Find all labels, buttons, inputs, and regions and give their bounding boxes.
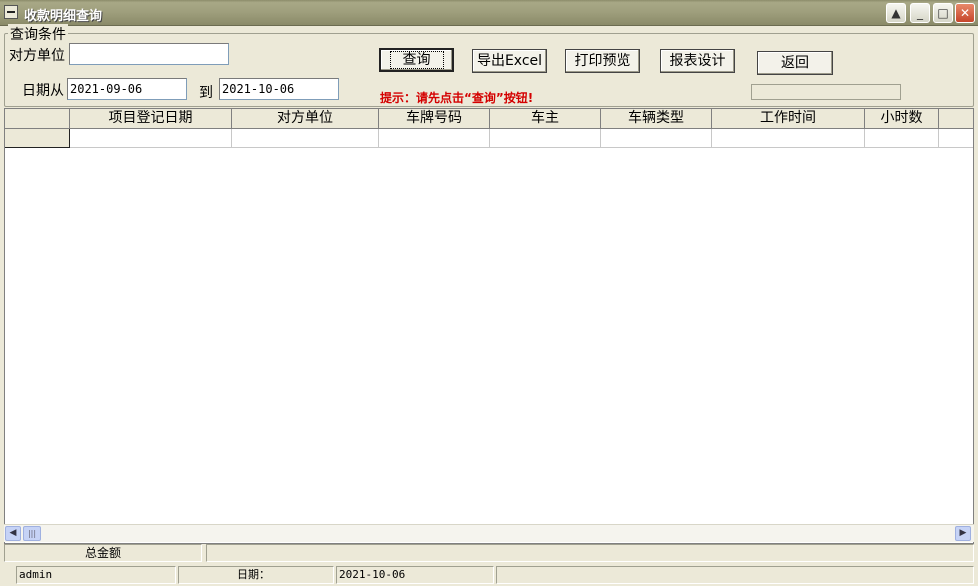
print-preview-button[interactable]: 打印预览	[565, 49, 640, 73]
data-grid[interactable]: 项目登记日期 对方单位 车牌号码 车主 车辆类型 工作时间 小时数	[4, 108, 974, 544]
date-from-input[interactable]	[67, 78, 187, 100]
minimize-button[interactable]: _	[910, 3, 930, 23]
column-header[interactable]: 车辆类型	[601, 109, 712, 129]
maximize-button[interactable]: □	[933, 3, 953, 23]
query-button[interactable]: 查询	[379, 48, 454, 72]
status-bar: admin 日期： 2021-10-06	[0, 564, 978, 586]
status-user: admin	[16, 566, 176, 584]
counterparty-label: 对方单位	[9, 48, 65, 64]
column-header[interactable]: 车牌号码	[379, 109, 490, 129]
table-cell[interactable]	[70, 129, 232, 148]
scroll-thumb[interactable]: |||	[23, 526, 41, 541]
totals-bar: 总金额	[4, 544, 974, 564]
help-button[interactable]: ▲	[886, 3, 906, 23]
table-cell[interactable]	[939, 129, 973, 148]
query-conditions-title: 查询条件	[8, 24, 68, 44]
report-design-button[interactable]: 报表设计	[660, 49, 735, 73]
date-to-label: 到	[199, 85, 213, 101]
counterparty-input[interactable]	[69, 43, 229, 65]
grid-corner-header	[5, 109, 70, 129]
column-header[interactable]: 小时数	[865, 109, 939, 129]
export-excel-button[interactable]: 导出Excel	[472, 49, 547, 73]
column-header[interactable]: 对方单位	[232, 109, 379, 129]
back-button[interactable]: 返回	[757, 51, 833, 75]
status-date: 2021-10-06	[336, 566, 494, 584]
hint-text: 提示：请先点击“查询”按钮!	[380, 91, 534, 105]
table-cell[interactable]	[379, 129, 490, 148]
column-header[interactable]: 项目登记日期	[70, 109, 232, 129]
window-title: 收款明细查询	[24, 9, 103, 24]
status-date-label: 日期：	[178, 566, 334, 584]
title-bar: 收款明细查询 ▲ _ □ ✕	[0, 0, 978, 26]
row-header[interactable]	[5, 129, 70, 148]
table-cell[interactable]	[865, 129, 939, 148]
table-cell[interactable]	[232, 129, 379, 148]
scroll-right-icon[interactable]: ▶	[955, 526, 971, 541]
table-cell[interactable]	[490, 129, 601, 148]
date-to-input[interactable]	[219, 78, 339, 100]
date-from-label: 日期从	[22, 83, 64, 99]
close-button[interactable]: ✕	[955, 3, 975, 23]
query-button-label: 查询	[389, 51, 444, 69]
horizontal-scrollbar[interactable]: ◀ ||| ▶	[4, 524, 974, 542]
table-cell[interactable]	[712, 129, 865, 148]
system-menu-icon[interactable]	[4, 5, 18, 19]
total-amount-value	[206, 544, 974, 562]
column-header[interactable]: 工作时间	[712, 109, 865, 129]
total-amount-label: 总金额	[4, 544, 202, 562]
scroll-left-icon[interactable]: ◀	[5, 526, 21, 541]
table-cell[interactable]	[601, 129, 712, 148]
status-panel-empty	[496, 566, 974, 584]
progress-bar	[751, 84, 901, 100]
column-header-filler	[939, 109, 973, 129]
column-header[interactable]: 车主	[490, 109, 601, 129]
